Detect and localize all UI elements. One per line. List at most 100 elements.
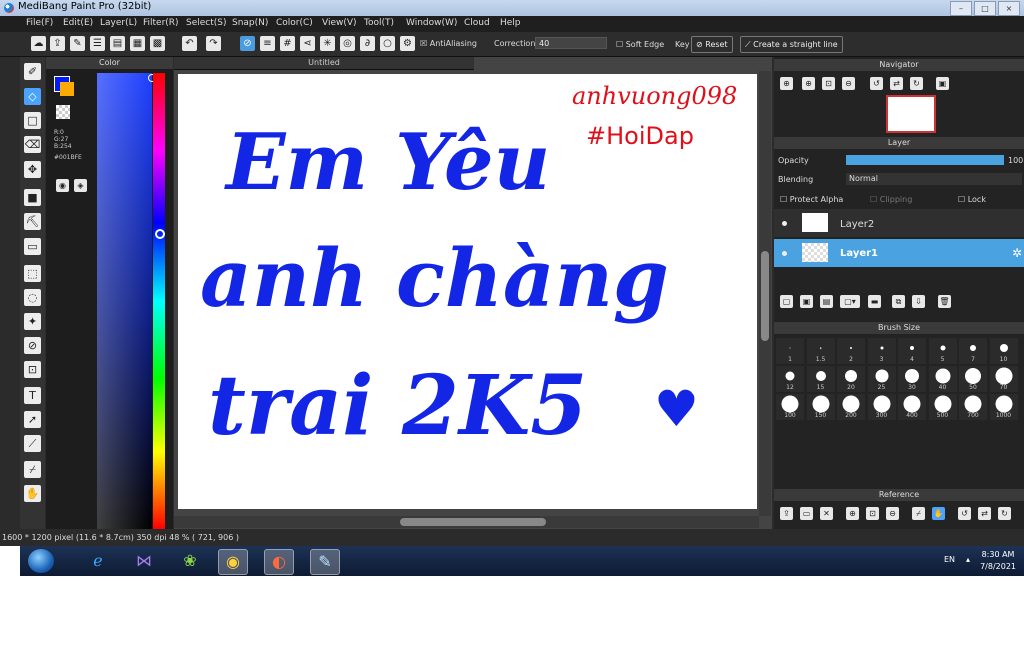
document-tab[interactable]: Untitled [174, 57, 474, 70]
brush-size-cell[interactable]: 700 [959, 394, 987, 420]
visibility-icon[interactable] [782, 221, 787, 226]
redo-icon[interactable]: ↷ [206, 36, 221, 51]
secondary-color-swatch[interactable] [60, 82, 74, 96]
reference-hand-icon[interactable]: ✋ [932, 507, 945, 520]
paint-app-icon[interactable]: ❀ [176, 549, 204, 573]
comment-icon[interactable]: ✎ [70, 36, 85, 51]
eraser-tool-icon[interactable]: ◇ [24, 88, 41, 105]
add-layer-menu-icon[interactable]: ▢▾ [840, 295, 860, 308]
brush-size-cell[interactable]: 4 [898, 338, 926, 364]
zoom-out-icon[interactable]: ⊖ [842, 77, 855, 90]
hue-slider[interactable] [153, 73, 165, 529]
delete-layer-icon[interactable]: 🗑 [938, 295, 951, 308]
internet-explorer-icon[interactable]: ℯ [84, 549, 112, 573]
brush-size-cell[interactable]: 30 [898, 366, 926, 392]
horizontal-scrollbar[interactable] [174, 516, 759, 528]
menu-view[interactable]: View(V) [322, 18, 357, 28]
brush-size-cell[interactable]: 15 [806, 366, 835, 392]
reference-folder-icon[interactable]: ▭ [800, 507, 813, 520]
cloud-icon[interactable]: ☁ [31, 36, 46, 51]
color-history-icon[interactable]: ◈ [74, 179, 87, 192]
brush-size-cell[interactable]: 300 [867, 394, 896, 420]
straight-line-button[interactable]: ⟋ Create a straight line [740, 36, 843, 53]
move-tool-icon[interactable]: ✥ [24, 161, 41, 178]
page-list-icon[interactable]: ▦ [130, 36, 145, 51]
parallel-snap-icon[interactable]: ≡ [260, 36, 275, 51]
brush-size-cell[interactable]: 1.5 [806, 338, 835, 364]
navigator-thumbnail[interactable] [886, 95, 936, 133]
lasso-tool-icon[interactable]: ◌ [24, 289, 41, 306]
reference-flip-icon[interactable]: ⇄ [978, 507, 991, 520]
reference-rotate-left-icon[interactable]: ↺ [958, 507, 971, 520]
clock[interactable]: 8:30 AM 7/8/2021 [980, 549, 1016, 573]
menu-file[interactable]: File(F) [26, 18, 53, 28]
magic-wand-icon[interactable]: ✦ [24, 313, 41, 330]
eyedropper-tool-icon[interactable]: ⌿ [24, 461, 41, 478]
brush-size-cell[interactable]: 5 [928, 338, 957, 364]
rotate-right-icon[interactable]: ↻ [910, 77, 923, 90]
text-tool-icon[interactable]: T [24, 387, 41, 404]
zoom-in-icon[interactable]: ⊕ [780, 77, 793, 90]
curve-snap-icon[interactable]: ∂ [360, 36, 375, 51]
minimize-button[interactable]: – [950, 1, 972, 16]
start-button[interactable] [28, 549, 54, 573]
brush-size-cell[interactable]: 7 [959, 338, 987, 364]
menu-edit[interactable]: Edit(E) [63, 18, 93, 28]
brush-size-cell[interactable]: 40 [928, 366, 957, 392]
reference-zoom-out-icon[interactable]: ⊖ [886, 507, 899, 520]
reset-view-icon[interactable]: ▣ [936, 77, 949, 90]
hue-cursor[interactable] [155, 229, 165, 239]
brush-size-cell[interactable]: 500 [928, 394, 957, 420]
page-icon[interactable]: ▤ [110, 36, 125, 51]
tray-arrow-icon[interactable]: ▴ [966, 555, 970, 564]
brush-size-cell[interactable]: 100 [776, 394, 804, 420]
select-pen-icon[interactable]: ⊘ [24, 337, 41, 354]
ellipse-snap-icon[interactable]: ○ [380, 36, 395, 51]
flip-icon[interactable]: ⇄ [890, 77, 903, 90]
maximize-button[interactable]: □ [974, 1, 996, 16]
lock-checkbox[interactable]: ☐ Lock [958, 195, 986, 204]
brush-size-cell[interactable]: 2 [837, 338, 865, 364]
brush-size-cell[interactable]: 200 [837, 394, 865, 420]
hand-tool-icon[interactable]: ✋ [24, 485, 41, 502]
new-8bit-layer-icon[interactable]: ▤ [820, 295, 833, 308]
chrome-icon[interactable]: ◉ [218, 549, 248, 575]
gradient-tool-icon[interactable]: ▭ [24, 238, 41, 255]
snap-off-icon[interactable]: ⊘ [240, 36, 255, 51]
menu-snap[interactable]: Snap(N) [232, 18, 268, 28]
palette-icon[interactable]: ◉ [56, 179, 69, 192]
drawing-canvas[interactable]: Em Yêu anh chàng trai 2K5 ♥ anhvuong098 … [178, 74, 757, 509]
reference-zoom-in-icon[interactable]: ⊕ [846, 507, 859, 520]
visual-studio-icon[interactable]: ⋈ [130, 549, 158, 573]
protect-alpha-checkbox[interactable]: ☐ Protect Alpha [780, 195, 843, 204]
menu-help[interactable]: Help [500, 18, 521, 28]
bucket-tool-icon[interactable]: ⛏ [24, 213, 41, 230]
layer-row-selected[interactable]: Layer1 ✲ [774, 239, 1024, 267]
opacity-slider[interactable] [846, 155, 1004, 165]
menu-select[interactable]: Select(S) [186, 18, 227, 28]
language-indicator[interactable]: EN [944, 555, 955, 564]
brush-size-cell[interactable]: 3 [867, 338, 896, 364]
brush-size-cell[interactable]: 150 [806, 394, 835, 420]
crisscross-snap-icon[interactable]: # [280, 36, 295, 51]
visibility-icon[interactable] [782, 251, 787, 256]
new-layer-icon[interactable]: ▢ [780, 295, 793, 308]
antialiasing-checkbox[interactable]: ☒ AntiAliasing [420, 39, 477, 48]
soft-edge-checkbox[interactable]: ☐ Soft Edge [616, 40, 664, 49]
share-icon[interactable]: ⇪ [50, 36, 65, 51]
merge-down-icon[interactable]: ⇩ [912, 295, 925, 308]
rotate-left-icon[interactable]: ↺ [870, 77, 883, 90]
reference-eyedropper-icon[interactable]: ⌿ [912, 507, 925, 520]
brush-tool-icon[interactable]: ✐ [24, 63, 41, 80]
menu-color[interactable]: Color(C) [276, 18, 313, 28]
radial-snap-icon[interactable]: ✳ [320, 36, 335, 51]
reference-rotate-right-icon[interactable]: ↻ [998, 507, 1011, 520]
divide-tool-icon[interactable]: ⟋ [24, 435, 41, 452]
new-halftone-layer-icon[interactable]: ▣ [800, 295, 813, 308]
grid-icon[interactable]: ▩ [150, 36, 165, 51]
menu-tool[interactable]: Tool(T) [364, 18, 394, 28]
close-button[interactable]: × [998, 1, 1020, 16]
reference-fit-icon[interactable]: ⊡ [866, 507, 879, 520]
zoom-fit-icon[interactable]: ⊕ [802, 77, 815, 90]
fill-tool-icon[interactable]: ⌫ [24, 136, 41, 153]
